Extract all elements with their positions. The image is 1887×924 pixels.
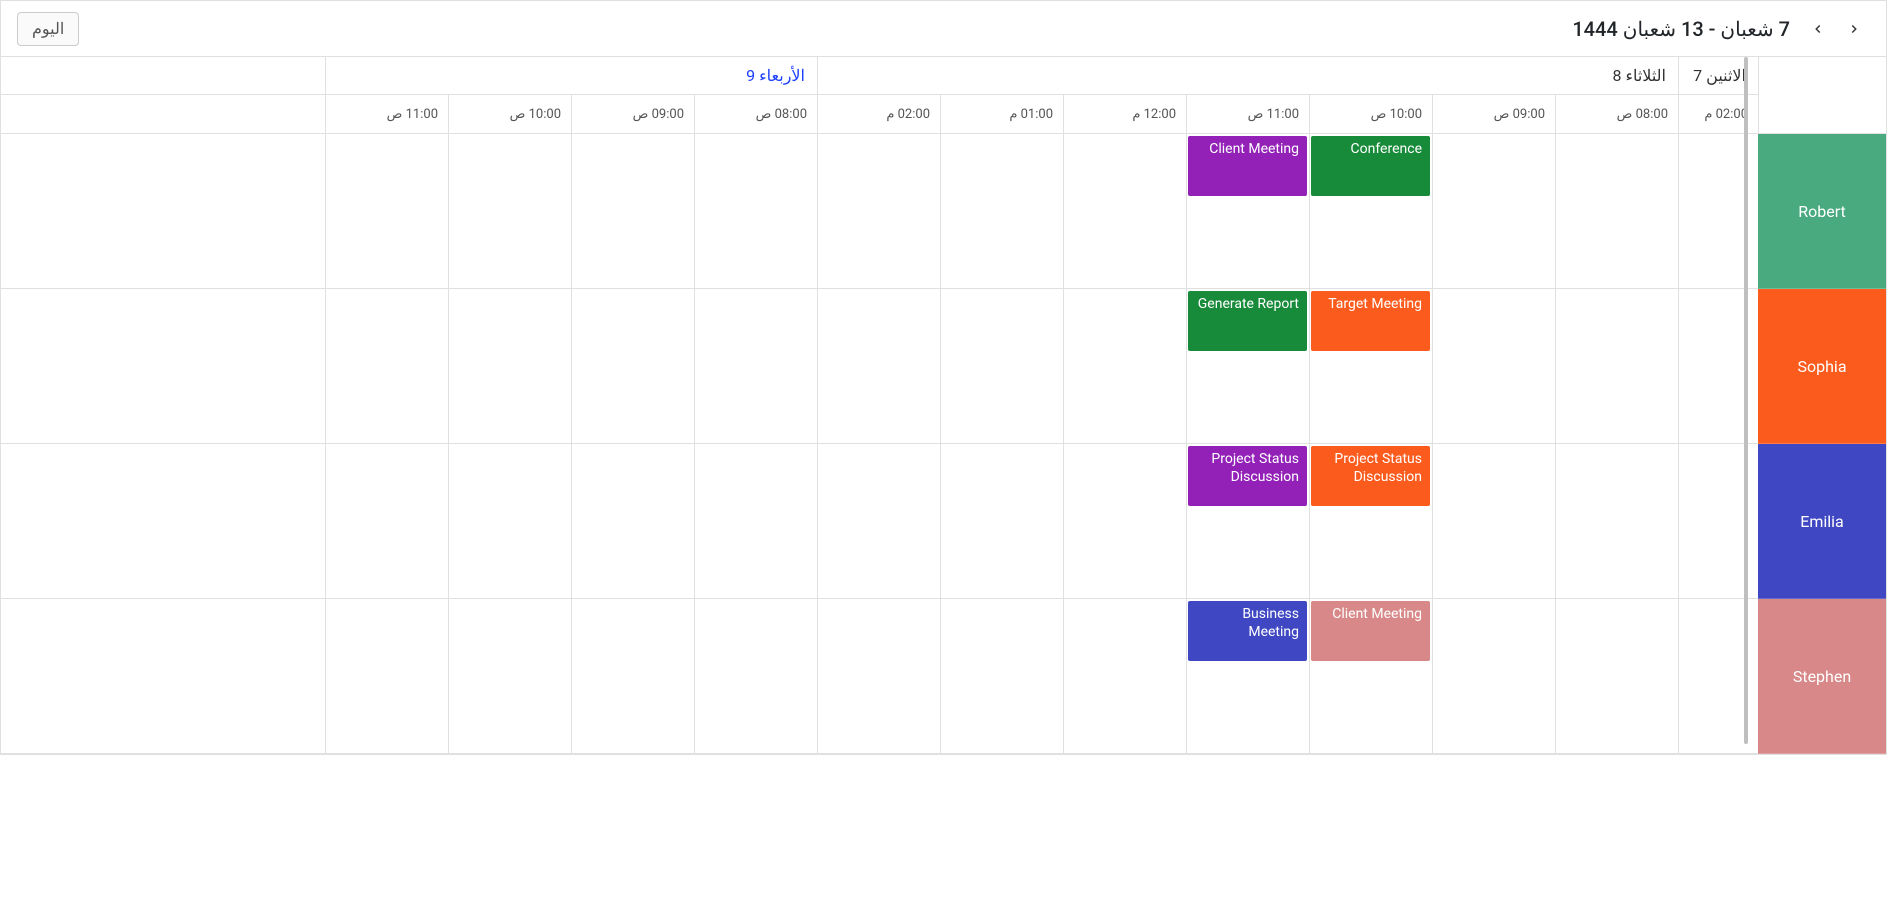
toolbar: 7 شعبان - 13 شعبان 1444 اليوم xyxy=(1,1,1886,57)
time-cell[interactable] xyxy=(325,289,448,443)
calendar-event[interactable]: Client Meeting xyxy=(1188,136,1307,196)
resource-cell[interactable]: Sophia xyxy=(1758,289,1886,444)
time-cell[interactable] xyxy=(325,134,448,288)
time-header-cell: 01:00 م xyxy=(940,95,1063,133)
time-cell[interactable] xyxy=(694,134,817,288)
calendar-event[interactable]: Conference xyxy=(1311,136,1430,196)
time-header-cell: 08:00 ص xyxy=(1555,95,1678,133)
time-header-cell: 11:00 ص xyxy=(1186,95,1309,133)
time-cell[interactable] xyxy=(1063,134,1186,288)
time-header-cell: 09:00 ص xyxy=(1432,95,1555,133)
time-cell[interactable] xyxy=(571,444,694,598)
time-header-cell: 10:00 ص xyxy=(1309,95,1432,133)
schedule-row: Project Status DiscussionProject Status … xyxy=(1,444,1758,599)
schedule-row: Client MeetingBusiness Meeting xyxy=(1,599,1758,754)
time-cell[interactable] xyxy=(940,444,1063,598)
time-cell[interactable] xyxy=(817,444,940,598)
resource-cell[interactable]: Emilia xyxy=(1758,444,1886,599)
time-header-cell: 08:00 ص xyxy=(694,95,817,133)
time-area[interactable]: الاثنين 7الثلاثاء 8الأربعاء 9 02:00 م08:… xyxy=(1,57,1758,754)
time-cell[interactable] xyxy=(694,444,817,598)
time-cell[interactable] xyxy=(1555,134,1678,288)
time-cell[interactable] xyxy=(448,599,571,753)
time-cell[interactable] xyxy=(1555,599,1678,753)
calendar-event[interactable]: Project Status Discussion xyxy=(1311,446,1430,506)
schedule-grid: RobertSophiaEmiliaStephen الاثنين 7الثلا… xyxy=(1,57,1886,754)
time-cell[interactable] xyxy=(1432,134,1555,288)
calendar-event[interactable]: Client Meeting xyxy=(1311,601,1430,661)
time-header-cell: 11:00 ص xyxy=(325,95,448,133)
time-cell[interactable] xyxy=(1555,289,1678,443)
time-header-cell: 12:00 م xyxy=(1063,95,1186,133)
time-cell[interactable] xyxy=(940,134,1063,288)
time-cell[interactable] xyxy=(325,599,448,753)
date-range-label: 7 شعبان - 13 شعبان 1444 xyxy=(1572,17,1790,41)
schedule-row: Target MeetingGenerate Report xyxy=(1,289,1758,444)
calendar-event[interactable]: Target Meeting xyxy=(1311,291,1430,351)
prev-button[interactable] xyxy=(1838,13,1870,45)
time-cell[interactable] xyxy=(571,289,694,443)
time-cell[interactable] xyxy=(1432,289,1555,443)
time-header-cell: 02:00 م xyxy=(817,95,940,133)
time-cell[interactable] xyxy=(940,599,1063,753)
time-cell[interactable] xyxy=(448,444,571,598)
time-header-cell: 10:00 ص xyxy=(448,95,571,133)
next-button[interactable] xyxy=(1802,13,1834,45)
time-cell[interactable] xyxy=(940,289,1063,443)
calendar-event[interactable]: Business Meeting xyxy=(1188,601,1307,661)
time-header-row: 02:00 م08:00 ص09:00 ص10:00 ص11:00 ص12:00… xyxy=(1,95,1758,134)
time-cell[interactable] xyxy=(448,134,571,288)
toolbar-nav: 7 شعبان - 13 شعبان 1444 xyxy=(1572,13,1870,45)
time-cell[interactable] xyxy=(694,289,817,443)
scroll-divider-indicator xyxy=(1744,57,1748,744)
calendar-event[interactable]: Project Status Discussion xyxy=(1188,446,1307,506)
calendar: 7 شعبان - 13 شعبان 1444 اليوم RobertSoph… xyxy=(0,0,1887,755)
time-cell[interactable] xyxy=(1063,599,1186,753)
day-header-cell[interactable]: الأربعاء 9 xyxy=(325,57,817,94)
chevron-right-icon xyxy=(1847,22,1861,36)
time-cell[interactable] xyxy=(817,134,940,288)
time-cell[interactable] xyxy=(571,134,694,288)
time-header-cell: 09:00 ص xyxy=(571,95,694,133)
time-cell[interactable] xyxy=(1432,444,1555,598)
time-cell[interactable] xyxy=(694,599,817,753)
body-rows: ConferenceClient MeetingTarget MeetingGe… xyxy=(1,134,1758,754)
resource-cell[interactable]: Robert xyxy=(1758,134,1886,289)
time-cell[interactable] xyxy=(448,289,571,443)
time-cell[interactable] xyxy=(1063,289,1186,443)
day-header-cell[interactable]: الثلاثاء 8 xyxy=(817,57,1678,94)
schedule-row: ConferenceClient Meeting xyxy=(1,134,1758,289)
time-cell[interactable] xyxy=(571,599,694,753)
time-cell[interactable] xyxy=(817,289,940,443)
calendar-event[interactable]: Generate Report xyxy=(1188,291,1307,351)
resource-cell[interactable]: Stephen xyxy=(1758,599,1886,754)
time-cell[interactable] xyxy=(325,444,448,598)
time-cell[interactable] xyxy=(1555,444,1678,598)
resource-header-spacer xyxy=(1758,57,1886,134)
today-button[interactable]: اليوم xyxy=(17,12,79,46)
chevron-left-icon xyxy=(1811,22,1825,36)
day-header-row: الاثنين 7الثلاثاء 8الأربعاء 9 xyxy=(1,57,1758,95)
time-cell[interactable] xyxy=(817,599,940,753)
resource-column: RobertSophiaEmiliaStephen xyxy=(1758,57,1886,754)
time-cell[interactable] xyxy=(1432,599,1555,753)
time-cell[interactable] xyxy=(1063,444,1186,598)
